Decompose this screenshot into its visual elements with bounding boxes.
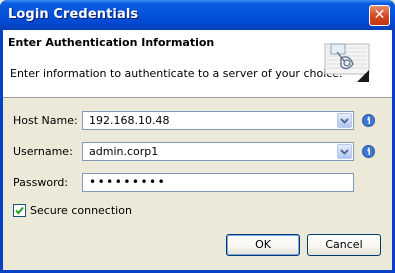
username-value: admin.corp1 xyxy=(89,145,159,158)
title-bar[interactable]: Login Credentials ✕ xyxy=(0,0,395,30)
info-icon[interactable] xyxy=(362,145,375,158)
password-value: ••••••••• xyxy=(89,175,167,189)
dialog-body: Enter Authentication Information Enter i… xyxy=(3,30,392,270)
banner-description: Enter information to authenticate to a s… xyxy=(10,67,343,80)
checkmark-icon xyxy=(15,206,24,215)
network-login-icon xyxy=(324,43,370,82)
secure-connection-checkbox[interactable] xyxy=(13,204,26,217)
host-name-label: Host Name: xyxy=(13,114,78,127)
banner-heading: Enter Authentication Information xyxy=(8,36,215,49)
username-label: Username: xyxy=(13,145,73,158)
secure-connection-label[interactable]: Secure connection xyxy=(30,204,132,217)
password-field[interactable]: ••••••••• xyxy=(82,173,354,192)
cancel-button[interactable]: Cancel xyxy=(307,234,381,256)
info-icon[interactable] xyxy=(362,114,375,127)
login-credentials-dialog: Login Credentials ✕ Enter Authentication… xyxy=(0,0,395,273)
ok-button[interactable]: OK xyxy=(226,234,300,256)
window-title: Login Credentials xyxy=(8,7,139,22)
close-button[interactable]: ✕ xyxy=(369,5,390,26)
header-banner: Enter Authentication Information Enter i… xyxy=(3,30,392,98)
close-icon: ✕ xyxy=(373,7,386,23)
password-label: Password: xyxy=(13,176,69,189)
username-dropdown-button[interactable] xyxy=(337,144,352,159)
chevron-down-icon xyxy=(340,149,349,155)
username-combobox[interactable]: admin.corp1 xyxy=(82,142,354,161)
host-name-value: 192.168.10.48 xyxy=(89,114,170,127)
chevron-down-icon xyxy=(340,118,349,124)
host-name-dropdown-button[interactable] xyxy=(337,113,352,128)
host-name-combobox[interactable]: 192.168.10.48 xyxy=(82,111,354,130)
